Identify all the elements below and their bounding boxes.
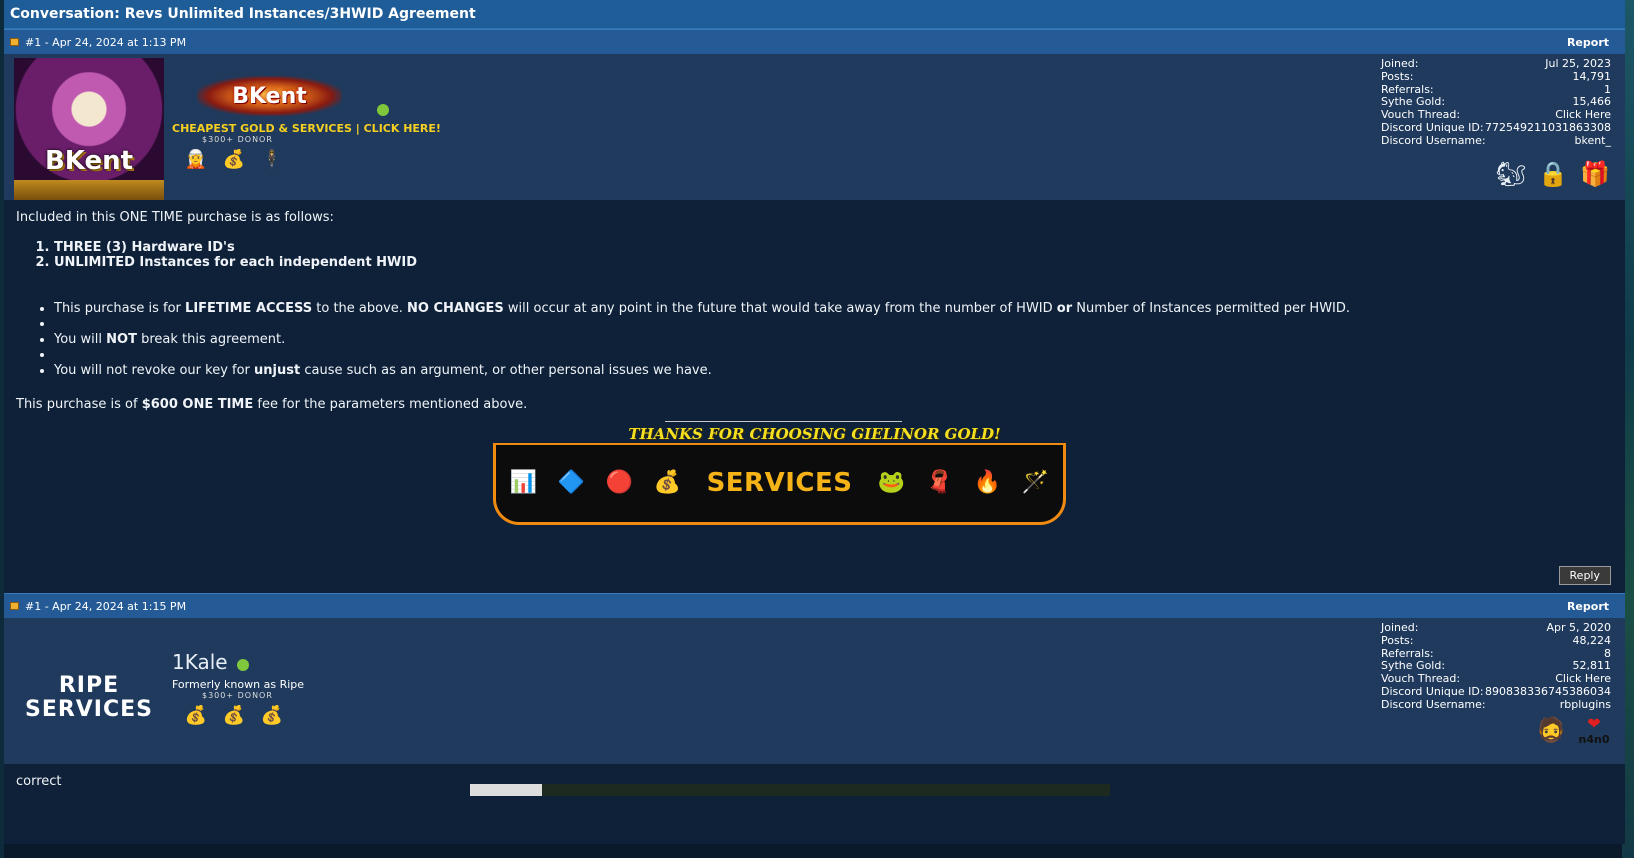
- report-link[interactable]: Report: [1567, 600, 1609, 613]
- post-meta: #1 - Apr 24, 2024 at 1:15 PM: [10, 600, 186, 613]
- gold-coins-icon: 💰: [222, 148, 246, 170]
- signature: THANKS FOR CHOOSING GIELINOR GOLD! 📊 🔷 🔴…: [16, 420, 1613, 531]
- post-header: #1 - Apr 24, 2024 at 1:13 PM Report: [4, 29, 1625, 54]
- username-banner[interactable]: BKent: [197, 76, 342, 116]
- post-header: #1 - Apr 24, 2024 at 1:15 PM Report: [4, 593, 1625, 618]
- user-panel: RIPE SERVICES 1Kale Formerly known as Rip…: [4, 618, 1625, 764]
- stat-posts: Posts: 14,791: [1381, 69, 1611, 83]
- thanks-text: THANKS FOR CHOOSING GIELINOR GOLD!: [628, 424, 1001, 443]
- stat-posts: Posts: 48,224: [1381, 633, 1611, 647]
- cape-icon: 🧣: [925, 469, 954, 495]
- gold-coins-icon: 💰: [653, 469, 682, 495]
- coin-pouch-icon: 💰: [260, 704, 284, 726]
- list-item: You will NOT break this agreement.: [54, 332, 1613, 348]
- badge-row: 💰 💰 💰: [182, 702, 304, 728]
- online-status-icon: [237, 659, 249, 671]
- stat-discord-username: Discord Username: rbplugins: [1381, 697, 1611, 711]
- trophy-icons: 🧔 ❤ n4n0: [1535, 714, 1611, 746]
- gift-icon: 🎁: [1580, 160, 1610, 188]
- conversation-title: Conversation: Revs Unlimited Instances/3…: [4, 0, 1625, 29]
- portrait-icon: 🧔: [1536, 716, 1566, 744]
- post-body: Included in this ONE TIME purchase is as…: [4, 200, 1625, 593]
- donor-badge: $300+ DONOR: [202, 691, 273, 700]
- stat-joined: Joined: Apr 5, 2020: [1381, 621, 1611, 634]
- report-link[interactable]: Report: [1567, 36, 1609, 49]
- coin-pouch-icon: 💰: [184, 704, 208, 726]
- signature-divider: [665, 420, 902, 422]
- user-title-link[interactable]: CHEAPEST GOLD & SERVICES | CLICK HERE!: [172, 122, 441, 135]
- services-banner[interactable]: 📊 🔷 🔴 💰 SERVICES 🐸 🧣 🔥 🪄: [493, 442, 1066, 525]
- gold-coins-icon: 💰: [222, 704, 246, 726]
- fire-cape-icon: 🔥: [973, 469, 1002, 495]
- purchase-list: THREE (3) Hardware ID's UNLIMITED Instan…: [16, 240, 1613, 271]
- trophy-icons: 🐿 🔒 🎁: [1495, 158, 1611, 190]
- staff-icon: 🪄: [1021, 469, 1050, 495]
- list-item: THREE (3) Hardware ID's: [54, 240, 1613, 256]
- avatar[interactable]: RIPE SERVICES: [14, 622, 164, 768]
- user-panel: BKent BKent CHEAPEST GOLD & SERVICES | C…: [4, 54, 1625, 204]
- character-badge-icon: 🧝: [184, 148, 208, 170]
- list-item: This purchase is for LIFETIME ACCESS to …: [54, 301, 1613, 317]
- cauldron-icon: 🐸: [877, 469, 906, 495]
- avatar-text: BKent: [44, 146, 134, 176]
- badge-row: 🧝 💰 🕴: [182, 146, 441, 172]
- red-rune-icon: 🔴: [605, 469, 634, 495]
- post-meta: #1 - Apr 24, 2024 at 1:13 PM: [10, 36, 186, 49]
- intro-text: Included in this ONE TIME purchase is as…: [16, 210, 334, 225]
- user-stats: Joined: Jul 25, 2023 Posts: 14,791 Referra…: [1381, 57, 1611, 148]
- user-subtitle: Formerly known as Ripe: [172, 678, 305, 691]
- squirrel-icon: 🐿: [1495, 160, 1527, 188]
- list-item: UNLIMITED Instances for each independent…: [54, 255, 1613, 271]
- embedded-image: [470, 784, 1110, 796]
- post-body: correct: [4, 764, 1625, 844]
- donor-badge: $300+ DONOR: [202, 135, 273, 144]
- terms-list: This purchase is for LIFETIME ACCESS to …: [16, 301, 1613, 379]
- list-item: You will not revoke our key for unjust c…: [54, 363, 1613, 379]
- heart-badge-icon: ❤ n4n0: [1578, 714, 1610, 746]
- blue-rune-icon: 🔷: [557, 469, 586, 495]
- stats-icon: 📊: [509, 469, 538, 495]
- list-item-empty: [54, 347, 1613, 363]
- stat-discord-id: Discord Unique ID: 890838336745386034: [1381, 684, 1611, 698]
- online-status-icon: [377, 104, 389, 116]
- services-label: SERVICES: [706, 467, 853, 498]
- stat-joined: Joined: Jul 25, 2023: [1381, 57, 1611, 70]
- post-date: #1 - Apr 24, 2024 at 1:13 PM: [25, 35, 187, 49]
- user-stats: Joined: Apr 5, 2020 Posts: 48,224 Referral…: [1381, 621, 1611, 712]
- list-item-empty: [54, 316, 1613, 332]
- lock-icon: 🔒: [1538, 160, 1568, 188]
- stat-discord-username: Discord Username: bkent_: [1381, 133, 1611, 147]
- conversation-container: Conversation: Revs Unlimited Instances/3…: [4, 0, 1625, 858]
- post-icon: [10, 38, 19, 46]
- post-date: #1 - Apr 24, 2024 at 1:15 PM: [25, 599, 187, 613]
- avatar-text: RIPE SERVICES: [24, 673, 154, 722]
- user-info: BKent CHEAPEST GOLD & SERVICES | CLICK H…: [172, 64, 441, 172]
- avatar[interactable]: BKent: [14, 58, 164, 204]
- reply-button[interactable]: Reply: [1558, 565, 1611, 585]
- post-icon: [10, 602, 19, 610]
- stat-discord-id: Discord Unique ID: 772549211031863308: [1381, 120, 1611, 134]
- suit-character-icon: 🕴: [260, 148, 284, 170]
- price-text: This purchase is of $600 ONE TIME fee fo…: [16, 397, 528, 413]
